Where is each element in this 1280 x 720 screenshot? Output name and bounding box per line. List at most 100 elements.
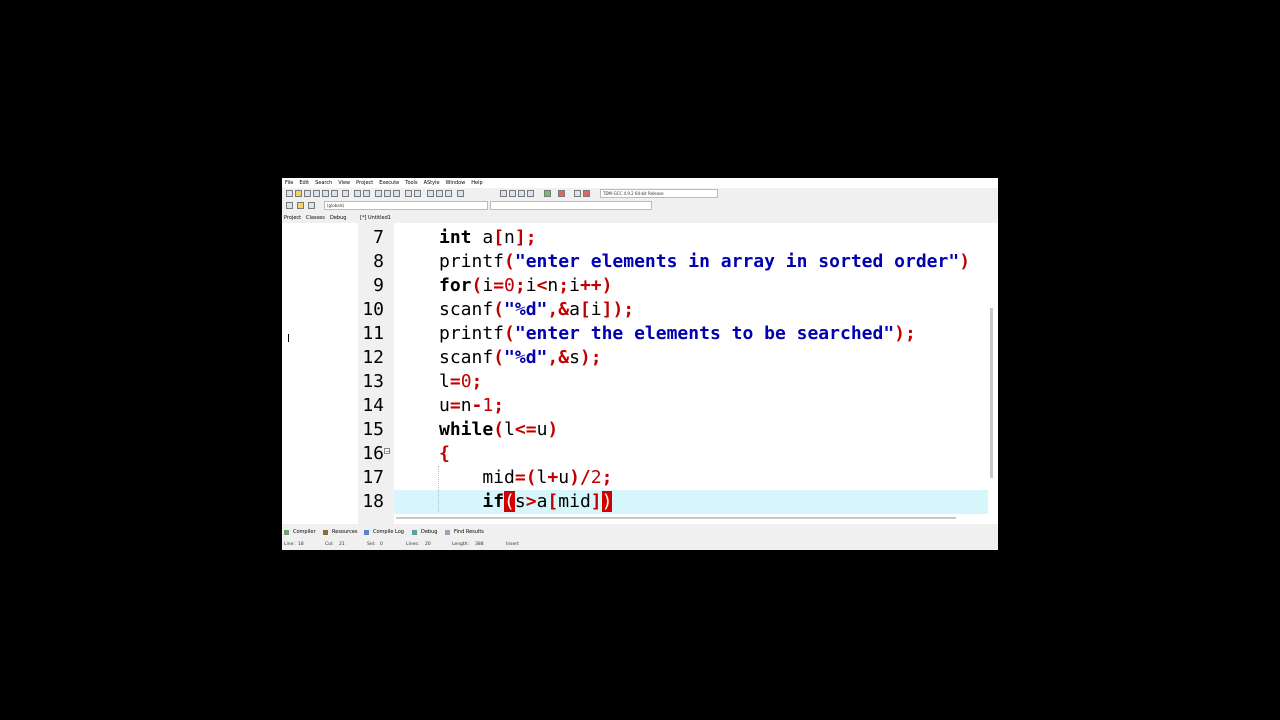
line-number: 14	[362, 395, 384, 416]
line-number: 12	[362, 347, 384, 368]
tab-debug[interactable]: Debug	[330, 214, 346, 223]
line-number: 11	[362, 323, 384, 344]
line-number: 8	[373, 251, 384, 272]
tab-classes[interactable]: Classes	[306, 214, 325, 223]
save-icon[interactable]	[304, 190, 311, 197]
status-col-label: Col:	[325, 542, 334, 547]
project-panel[interactable]	[282, 223, 359, 524]
menu-bar: File Edit Search View Project Execute Tools ASt…	[282, 178, 998, 188]
compiler-select[interactable]: TDM-GCC 4.9.2 64-bit Release	[600, 189, 718, 198]
line-number: 7	[373, 227, 384, 248]
menu-help[interactable]: Help	[468, 178, 485, 188]
tab-debug-bottom[interactable]: Debug	[421, 527, 437, 538]
goto-right-icon[interactable]	[436, 190, 443, 197]
status-lines-label: Lines:	[406, 542, 420, 547]
code-line-10: 10 scanf("%d",&a[i]);	[358, 298, 998, 322]
new-file-icon[interactable]	[286, 190, 293, 197]
status-line-value: 18	[298, 542, 304, 547]
vertical-scrollbar[interactable]	[989, 223, 995, 524]
code-text: printf("enter the elements to be searche…	[439, 323, 916, 344]
horizontal-scroll-thumb[interactable]	[396, 517, 956, 519]
compile-icon[interactable]	[500, 190, 507, 197]
menu-search[interactable]: Search	[312, 178, 335, 188]
line-number: 16	[362, 443, 384, 464]
code-text: int a[n];	[439, 227, 537, 248]
status-sel-label: Sel:	[367, 542, 376, 547]
code-text: while(l<=u)	[439, 419, 559, 440]
horizontal-scrollbar[interactable]	[394, 515, 956, 521]
print-icon[interactable]	[342, 190, 349, 197]
vertical-scroll-thumb[interactable]	[990, 308, 993, 478]
code-text: for(i=0;i<n;i++)	[439, 275, 613, 296]
close-file-icon[interactable]	[322, 190, 329, 197]
status-length-label: Length:	[452, 542, 470, 547]
menu-window[interactable]: Window	[443, 178, 469, 188]
toggle-bookmark-icon[interactable]	[457, 190, 464, 197]
mouse-cursor-ibeam	[288, 334, 289, 342]
menu-tools[interactable]: Tools	[402, 178, 420, 188]
rebuild-icon[interactable]	[527, 190, 534, 197]
goto-left-icon[interactable]	[427, 190, 434, 197]
replace-icon[interactable]	[384, 190, 391, 197]
editor-tab-untitled1[interactable]: [*] Untitled1	[360, 214, 391, 223]
symbol-select[interactable]	[490, 201, 652, 210]
line-number: 17	[362, 467, 384, 488]
goto-up-icon[interactable]	[445, 190, 452, 197]
tab-compile-log[interactable]: Compile Log	[373, 527, 404, 538]
line-number: 13	[362, 371, 384, 392]
debug-icon[interactable]	[583, 190, 590, 197]
menu-view[interactable]: View	[335, 178, 353, 188]
code-line-15: 15 while(l<=u)	[358, 418, 998, 442]
resources-icon	[323, 530, 328, 535]
devcpp-window: File Edit Search View Project Execute Tools ASt…	[282, 178, 998, 550]
open-file-icon[interactable]	[295, 190, 302, 197]
tab-resources[interactable]: Resources	[332, 527, 358, 538]
bookmark-icon[interactable]	[308, 202, 315, 209]
indent-icon[interactable]	[405, 190, 412, 197]
close-all-icon[interactable]	[331, 190, 338, 197]
stop-icon[interactable]	[558, 190, 565, 197]
status-line-label: Line:	[284, 542, 295, 547]
code-editor[interactable]: 7 int a[n]; 8 printf("enter elements in …	[358, 223, 998, 524]
menu-file[interactable]: File	[282, 178, 296, 188]
compile-run-icon[interactable]	[518, 190, 525, 197]
redo-icon[interactable]	[363, 190, 370, 197]
undo-icon[interactable]	[354, 190, 361, 197]
code-line-7: 7 int a[n];	[358, 226, 998, 250]
code-line-18: 18 if(s>a[mid])	[358, 490, 998, 514]
status-col-value: 21	[339, 542, 345, 547]
chart-icon[interactable]	[574, 190, 581, 197]
run-icon[interactable]	[509, 190, 516, 197]
line-number: 9	[373, 275, 384, 296]
find-icon[interactable]	[375, 190, 382, 197]
tab-project[interactable]: Project	[284, 214, 301, 223]
code-text: scanf("%d",&s);	[439, 347, 602, 368]
insert-icon[interactable]	[297, 202, 304, 209]
line-number: 10	[362, 299, 384, 320]
code-text: mid=(l+u)/2;	[439, 467, 613, 488]
menu-edit[interactable]: Edit	[296, 178, 312, 188]
tab-compiler[interactable]: Compiler	[293, 527, 316, 538]
debug-tab-icon	[412, 530, 417, 535]
menu-project[interactable]: Project	[353, 178, 376, 188]
code-text: if(s>a[mid])	[482, 491, 613, 512]
menu-astyle[interactable]: AStyle	[421, 178, 443, 188]
save-all-icon[interactable]	[313, 190, 320, 197]
back-icon[interactable]	[286, 202, 293, 209]
find-next-icon[interactable]	[393, 190, 400, 197]
code-line-11: 11 printf("enter the elements to be sear…	[358, 322, 998, 346]
scope-select[interactable]: (globals)	[324, 201, 488, 210]
code-text: l=0;	[439, 371, 483, 392]
tab-find-results[interactable]: Find Results	[454, 527, 484, 538]
check-icon[interactable]	[544, 190, 551, 197]
fold-collapse-icon[interactable]: −	[384, 448, 390, 455]
status-length-value: 388	[475, 542, 484, 547]
code-line-17: 17 mid=(l+u)/2;	[358, 466, 998, 490]
main-toolbar: TDM-GCC 4.9.2 64-bit Release	[282, 188, 998, 200]
unindent-icon[interactable]	[414, 190, 421, 197]
code-text: u=n-1;	[439, 395, 505, 416]
indent-guide	[438, 466, 439, 512]
line-number: 18	[362, 491, 384, 512]
status-mode: Insert	[506, 542, 519, 547]
menu-execute[interactable]: Execute	[376, 178, 402, 188]
